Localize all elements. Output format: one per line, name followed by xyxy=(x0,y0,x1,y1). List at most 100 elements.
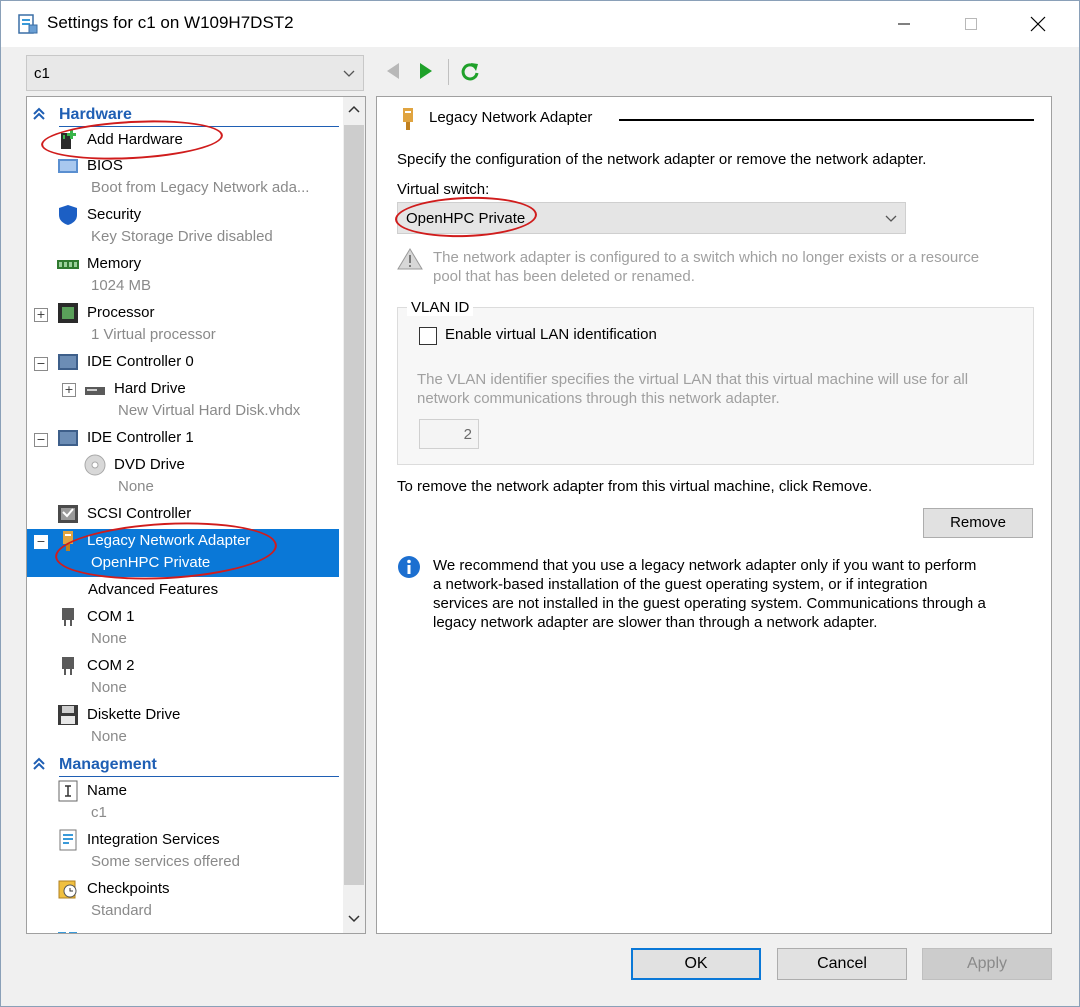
panel-title: Legacy Network Adapter xyxy=(429,109,593,126)
partial-item-icon xyxy=(58,932,77,933)
hardware-tree[interactable]: Hardware Add Hardware BIOS Boot from Leg… xyxy=(26,96,366,934)
tree-item-integration-services[interactable]: Integration Services Some services offer… xyxy=(57,829,337,875)
tree-item-label: SCSI Controller xyxy=(87,505,192,522)
collapse-legacy-nic-toggle[interactable]: − xyxy=(34,535,48,549)
vm-selector-value: c1 xyxy=(34,65,50,82)
name-icon xyxy=(58,780,78,802)
warning-text-line2: pool that has been deleted or renamed. xyxy=(433,268,695,285)
cancel-button[interactable]: Cancel xyxy=(777,948,907,980)
info-text-line1: We recommend that you use a legacy netwo… xyxy=(433,557,977,574)
tree-item-label: Name xyxy=(87,782,128,799)
tree-item-security[interactable]: Security Key Storage Drive disabled xyxy=(57,204,337,250)
tree-item-advanced-features[interactable]: Advanced Features xyxy=(84,579,339,603)
tree-item-memory[interactable]: Memory 1024 MB xyxy=(57,253,337,299)
tree-item-processor[interactable]: Processor 1 Virtual processor xyxy=(57,302,337,348)
collapse-ide1-toggle[interactable]: − xyxy=(34,433,48,447)
forward-arrow-icon xyxy=(420,63,432,79)
tree-item-partial xyxy=(57,927,81,933)
tree-item-name[interactable]: Name c1 xyxy=(57,780,337,826)
tree-item-sublabel: Key Storage Drive disabled xyxy=(91,228,273,245)
close-icon xyxy=(1030,16,1046,32)
tree-scrollbar[interactable] xyxy=(343,97,365,933)
tree-item-label: Memory xyxy=(87,255,142,272)
tree-item-sublabel: 1024 MB xyxy=(91,277,152,294)
vlan-id-value: 2 xyxy=(463,426,472,443)
tree-item-sublabel: c1 xyxy=(91,804,107,821)
tree-item-ide-controller-1[interactable]: IDE Controller 1 xyxy=(57,427,337,451)
vlan-checkbox-label[interactable]: Enable virtual LAN identification xyxy=(445,326,657,343)
back-arrow-icon xyxy=(387,63,399,79)
tree-item-sublabel: New Virtual Hard Disk.vhdx xyxy=(118,402,301,419)
chevron-down-icon xyxy=(343,70,355,77)
tree-item-bios[interactable]: BIOS Boot from Legacy Network ada... xyxy=(57,155,337,201)
info-text-line3: services are not installed in the guest … xyxy=(433,595,986,612)
tree-item-sublabel: Boot from Legacy Network ada... xyxy=(91,179,310,196)
minimize-icon xyxy=(898,23,910,25)
com-port-icon xyxy=(62,608,74,626)
maximize-button[interactable] xyxy=(948,5,994,43)
bios-icon xyxy=(58,159,78,173)
vm-selector[interactable]: c1 xyxy=(26,55,364,91)
tree-item-diskette-drive[interactable]: Diskette Drive None xyxy=(57,704,337,750)
forward-button[interactable] xyxy=(417,61,439,83)
tree-item-label: COM 1 xyxy=(87,608,135,625)
back-button[interactable] xyxy=(383,61,405,83)
refresh-icon xyxy=(461,63,479,81)
hard-drive-icon xyxy=(85,387,105,395)
diskette-icon xyxy=(58,705,78,725)
collapse-ide0-toggle[interactable]: − xyxy=(34,357,48,371)
tree-item-label: COM 2 xyxy=(87,657,135,674)
tree-item-sublabel: Standard xyxy=(91,902,152,919)
tree-item-label: Diskette Drive xyxy=(87,706,181,723)
apply-button[interactable]: Apply xyxy=(922,948,1052,980)
tree-item-hard-drive[interactable]: Hard Drive New Virtual Hard Disk.vhdx xyxy=(84,378,339,424)
vlan-group-label: VLAN ID xyxy=(407,299,474,316)
tree-item-com1[interactable]: COM 1 None xyxy=(57,606,337,652)
maximize-icon xyxy=(965,18,977,30)
tree-item-label: Security xyxy=(87,206,142,223)
vlan-id-input[interactable]: 2 xyxy=(419,419,479,449)
settings-app-icon xyxy=(17,13,39,35)
tree-item-label: IDE Controller 1 xyxy=(87,429,194,446)
chevron-down-icon xyxy=(885,215,897,222)
shield-icon xyxy=(59,205,77,225)
panel-title-rule xyxy=(619,119,1034,121)
scroll-up-icon[interactable] xyxy=(348,105,360,113)
tree-item-label: Advanced Features xyxy=(88,581,219,598)
warning-icon xyxy=(397,248,423,270)
tree-item-sublabel: 1 Virtual processor xyxy=(91,326,216,343)
expand-processor-toggle[interactable]: + xyxy=(34,308,48,322)
scroll-down-icon[interactable] xyxy=(348,915,360,923)
minimize-button[interactable] xyxy=(881,5,927,43)
tree-item-sublabel: None xyxy=(91,630,127,647)
tree-item-sublabel: None xyxy=(118,478,154,495)
collapse-icon xyxy=(33,757,45,770)
tree-item-ide-controller-0[interactable]: IDE Controller 0 xyxy=(57,351,337,375)
panel-intro-text: Specify the configuration of the network… xyxy=(397,151,927,168)
tree-item-label: Integration Services xyxy=(87,831,220,848)
tree-scrollbar-thumb[interactable] xyxy=(344,125,364,885)
tree-item-sublabel: None xyxy=(91,679,127,696)
title-bar: Settings for c1 on W109H7DST2 xyxy=(1,1,1079,47)
section-management-header[interactable]: Management xyxy=(27,753,339,777)
com-port-icon xyxy=(62,657,74,675)
close-button[interactable] xyxy=(1015,5,1061,43)
tree-item-com2[interactable]: COM 2 None xyxy=(57,655,337,701)
tree-item-label: Processor xyxy=(87,304,155,321)
tree-item-checkpoints[interactable]: Checkpoints Standard xyxy=(57,878,337,924)
controller-icon xyxy=(58,354,78,370)
remove-instruction-text: To remove the network adapter from this … xyxy=(397,478,873,495)
ok-button[interactable]: OK xyxy=(631,948,761,980)
info-text-line4: legacy network adapter are slower than t… xyxy=(433,614,878,631)
refresh-button[interactable] xyxy=(459,61,481,83)
remove-button[interactable]: Remove xyxy=(923,508,1033,538)
vlan-enable-checkbox[interactable] xyxy=(419,327,437,345)
scsi-icon xyxy=(58,505,78,523)
tree-item-dvd-drive[interactable]: DVD Drive None xyxy=(84,454,339,500)
warning-text-line1: The network adapter is configured to a s… xyxy=(433,249,980,266)
tree-item-label: DVD Drive xyxy=(114,456,185,473)
info-icon xyxy=(398,556,420,578)
virtual-switch-label: Virtual switch: xyxy=(397,181,490,198)
expand-hard-drive-toggle[interactable]: + xyxy=(62,383,76,397)
tree-item-sublabel: None xyxy=(91,728,127,745)
